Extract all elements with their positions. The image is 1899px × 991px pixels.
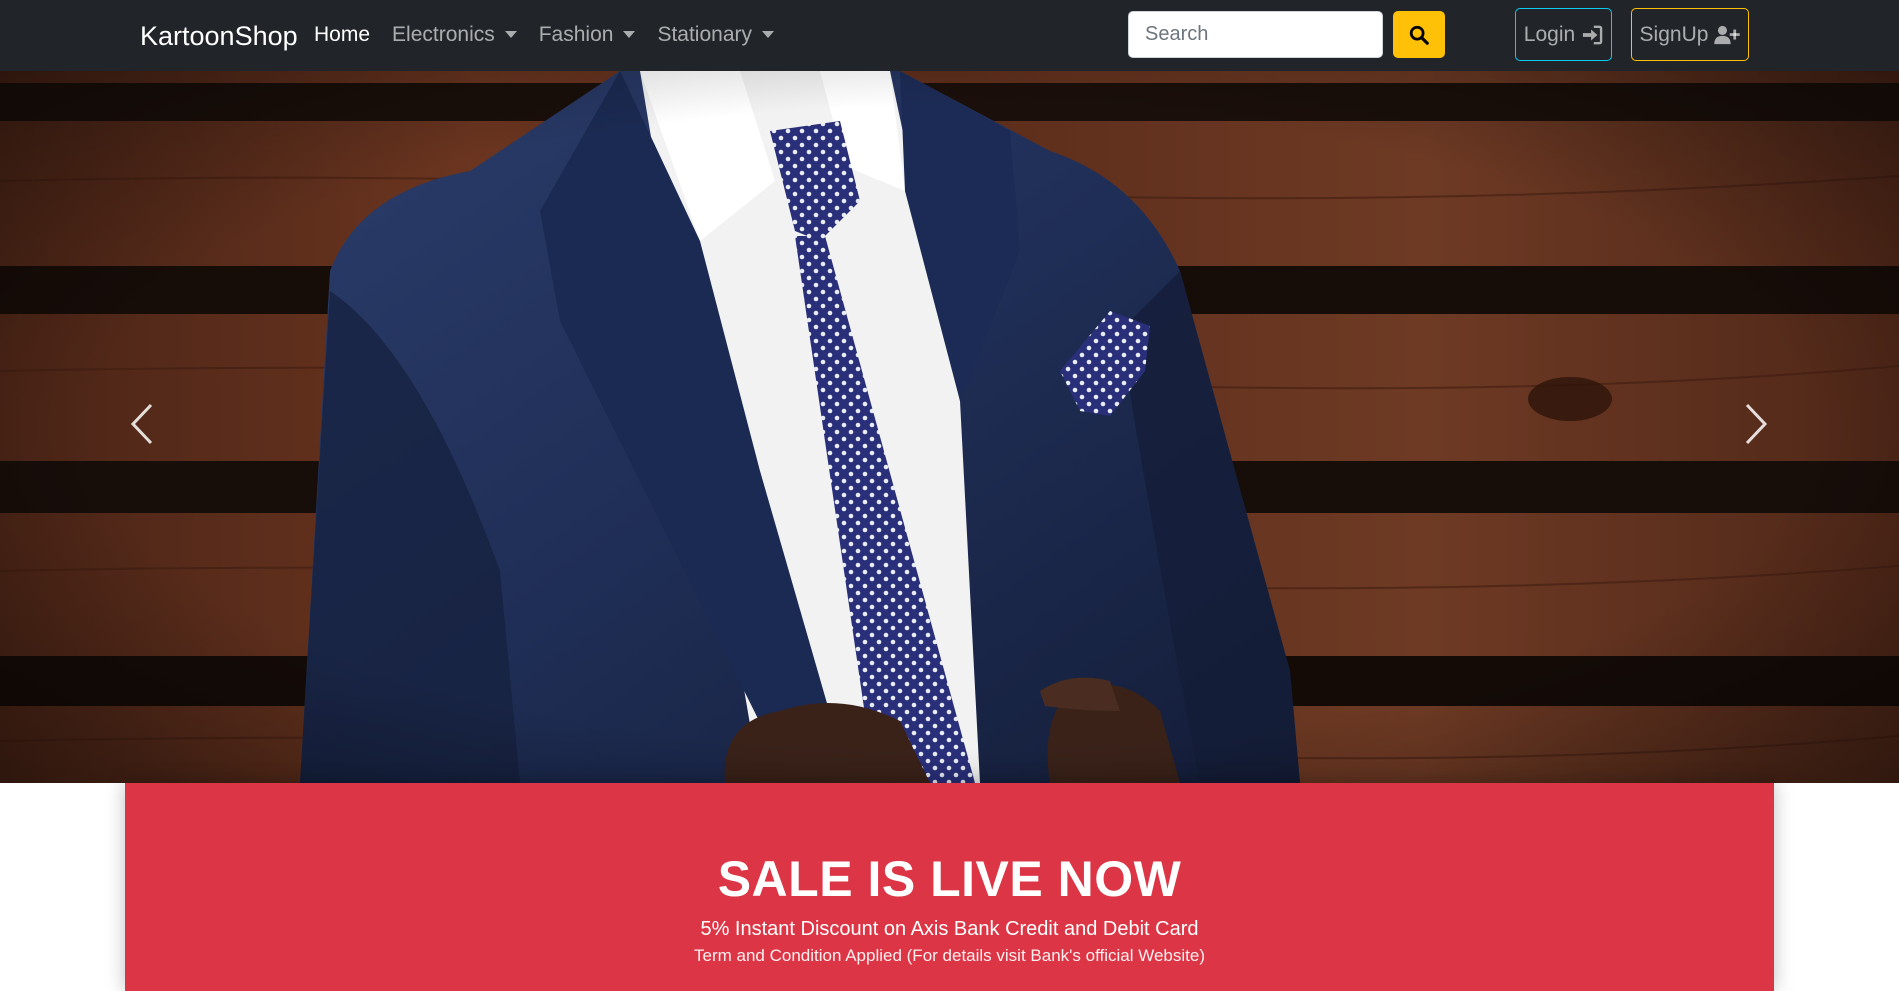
nav-item-stationary[interactable]: Stationary — [657, 20, 775, 50]
top-navbar: KartoonShop Home Electronics Fashion Sta… — [0, 0, 1899, 71]
user-plus-icon — [1714, 25, 1741, 45]
signup-label: SignUp — [1639, 22, 1709, 46]
nav-item-label: Home — [314, 23, 371, 46]
carousel-next-button[interactable] — [1726, 391, 1786, 461]
chevron-right-icon — [1743, 402, 1769, 451]
search-button[interactable] — [1393, 11, 1445, 58]
nav-menu: Home Electronics Fashion Stationary — [314, 20, 796, 50]
caret-down-icon — [623, 30, 636, 38]
sale-terms: Term and Condition Applied (For details … — [694, 946, 1205, 965]
sale-title: SALE IS LIVE NOW — [717, 851, 1182, 907]
caret-down-icon — [504, 30, 517, 38]
hero-image — [0, 71, 1899, 783]
sign-in-icon — [1581, 25, 1603, 45]
search-input[interactable] — [1128, 11, 1383, 58]
sale-subtitle: 5% Instant Discount on Axis Bank Credit … — [700, 918, 1199, 940]
chevron-left-icon — [129, 402, 155, 451]
nav-item-electronics[interactable]: Electronics — [392, 20, 517, 50]
caret-down-icon — [762, 30, 775, 38]
login-button[interactable]: Login — [1515, 8, 1612, 61]
nav-item-home[interactable]: Home — [314, 20, 370, 50]
login-label: Login — [1523, 22, 1576, 46]
brand-logo[interactable]: KartoonShop — [140, 19, 298, 53]
hero-carousel — [0, 71, 1899, 783]
search-icon — [1408, 24, 1430, 46]
nav-item-label: Electronics — [392, 23, 495, 46]
nav-item-label: Fashion — [538, 23, 614, 46]
sale-banner: SALE IS LIVE NOW 5% Instant Discount on … — [125, 783, 1774, 991]
signup-button[interactable]: SignUp — [1631, 8, 1749, 61]
nav-item-label: Stationary — [657, 23, 753, 46]
nav-item-fashion[interactable]: Fashion — [539, 20, 636, 50]
carousel-prev-button[interactable] — [112, 391, 172, 461]
